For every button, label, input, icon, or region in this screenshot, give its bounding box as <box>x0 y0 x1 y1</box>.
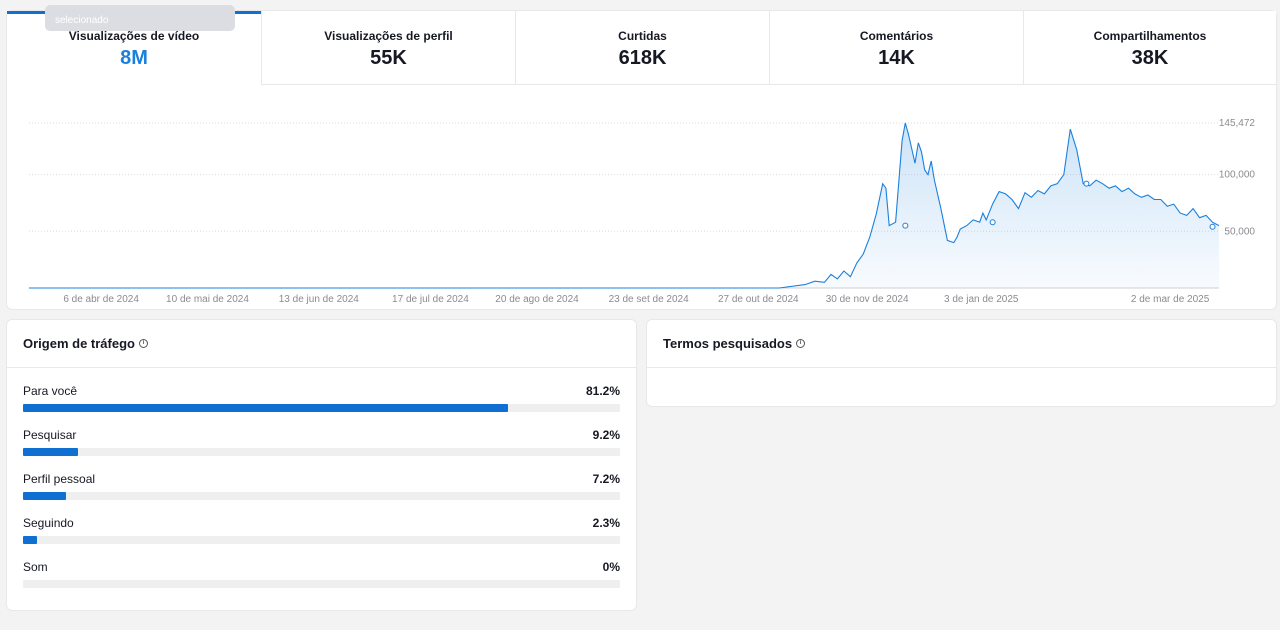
x-axis-labels: 6 de abr de 2024 10 de mai de 2024 13 de j… <box>63 294 1209 305</box>
traffic-source-card: Origem de tráfego i Para você 81.2% Pesq… <box>6 319 637 611</box>
x-tick-label: 3 de jan de 2025 <box>944 294 1019 305</box>
x-tick-label: 2 de mar de 2025 <box>1131 294 1210 305</box>
tooltip-text: selecionado <box>55 15 109 26</box>
x-tick-label: 17 de jul de 2024 <box>392 294 469 305</box>
y-tick-label: 50,000 <box>1224 226 1255 237</box>
traffic-value: 9.2% <box>592 428 620 442</box>
traffic-label: Perfil pessoal <box>23 472 96 486</box>
tab-comments[interactable]: Comentários 14K <box>769 11 1023 85</box>
overview-card: Visualizações de vídeo 8M Visualizações … <box>6 5 1277 310</box>
x-tick-label: 27 de out de 2024 <box>718 294 799 305</box>
traffic-bar-fill <box>23 492 66 500</box>
series-area <box>29 123 1219 288</box>
tab-shares[interactable]: Compartilhamentos 38K <box>1023 11 1276 85</box>
tab-likes[interactable]: Curtidas 618K <box>515 11 769 85</box>
traffic-bar-fill <box>23 404 508 412</box>
tab-value: 8M <box>120 47 148 69</box>
tab-value: 55K <box>370 47 407 69</box>
y-axis-labels: 145,472 100,000 50,000 <box>1219 118 1256 237</box>
data-point-marker[interactable] <box>1209 223 1216 230</box>
search-terms-card: Termos pesquisados i <box>646 319 1277 407</box>
x-tick-label: 10 de mai de 2024 <box>166 294 249 305</box>
terms-header: Termos pesquisados i <box>647 320 1276 368</box>
x-tick-label: 6 de abr de 2024 <box>63 294 139 305</box>
tab-label: Visualizações de vídeo <box>68 29 200 43</box>
traffic-row-pesquisar: Pesquisar 9.2% <box>23 428 620 472</box>
data-point-marker[interactable] <box>902 222 909 229</box>
tab-value: 14K <box>878 47 915 69</box>
views-chart[interactable]: 145,472 100,000 50,000 6 de abr de 2024 10 … <box>7 85 1276 309</box>
traffic-bar-track <box>23 580 620 588</box>
traffic-list: Para você 81.2% Pesquisar 9.2% Perfil pe… <box>7 368 636 604</box>
traffic-row-seguindo: Seguindo 2.3% <box>23 516 620 560</box>
tab-label: Comentários <box>859 29 934 43</box>
traffic-value: 2.3% <box>592 516 620 530</box>
tab-label: Visualizações de perfil <box>324 29 453 43</box>
data-point-marker[interactable] <box>1083 180 1090 187</box>
traffic-row-perfil-pessoal: Perfil pessoal 7.2% <box>23 472 620 516</box>
x-tick-label: 20 de ago de 2024 <box>495 294 579 305</box>
terms-title: Termos pesquisados <box>663 336 793 351</box>
traffic-title: Origem de tráfego <box>23 336 135 351</box>
traffic-bar-track <box>23 492 620 500</box>
traffic-label: Pesquisar <box>23 428 77 442</box>
traffic-bar-fill <box>23 448 78 456</box>
x-tick-label: 13 de jun de 2024 <box>279 294 360 305</box>
tab-label: Curtidas <box>618 29 667 43</box>
info-icon[interactable]: i <box>138 339 148 348</box>
traffic-bar-fill <box>23 536 37 544</box>
tab-value: 618K <box>618 47 667 69</box>
traffic-bar-track <box>23 448 620 456</box>
traffic-bar-track <box>23 404 620 412</box>
info-icon[interactable]: i <box>796 339 806 348</box>
y-tick-label: 100,000 <box>1219 170 1256 181</box>
y-tick-label: 145,472 <box>1219 118 1256 129</box>
traffic-header: Origem de tráfego i <box>7 320 636 368</box>
tooltip-fragment: selecionado <box>45 5 235 31</box>
traffic-value: 0% <box>602 560 620 574</box>
tab-label: Compartilhamentos <box>1093 29 1207 43</box>
x-tick-label: 30 de nov de 2024 <box>826 294 909 305</box>
traffic-value: 7.2% <box>592 472 620 486</box>
tab-value: 38K <box>1131 47 1169 69</box>
traffic-value: 81.2% <box>585 384 620 398</box>
traffic-row-para-voce: Para você 81.2% <box>23 384 620 428</box>
traffic-label: Para você <box>23 384 78 398</box>
traffic-label: Seguindo <box>23 516 74 530</box>
data-point-marker[interactable] <box>989 219 996 226</box>
traffic-bar-track <box>23 536 620 544</box>
traffic-label: Som <box>23 560 48 574</box>
tab-profile-views[interactable]: Visualizações de perfil 55K <box>261 11 515 85</box>
x-tick-label: 23 de set de 2024 <box>609 294 690 305</box>
traffic-row-som: Som 0% <box>23 560 620 604</box>
